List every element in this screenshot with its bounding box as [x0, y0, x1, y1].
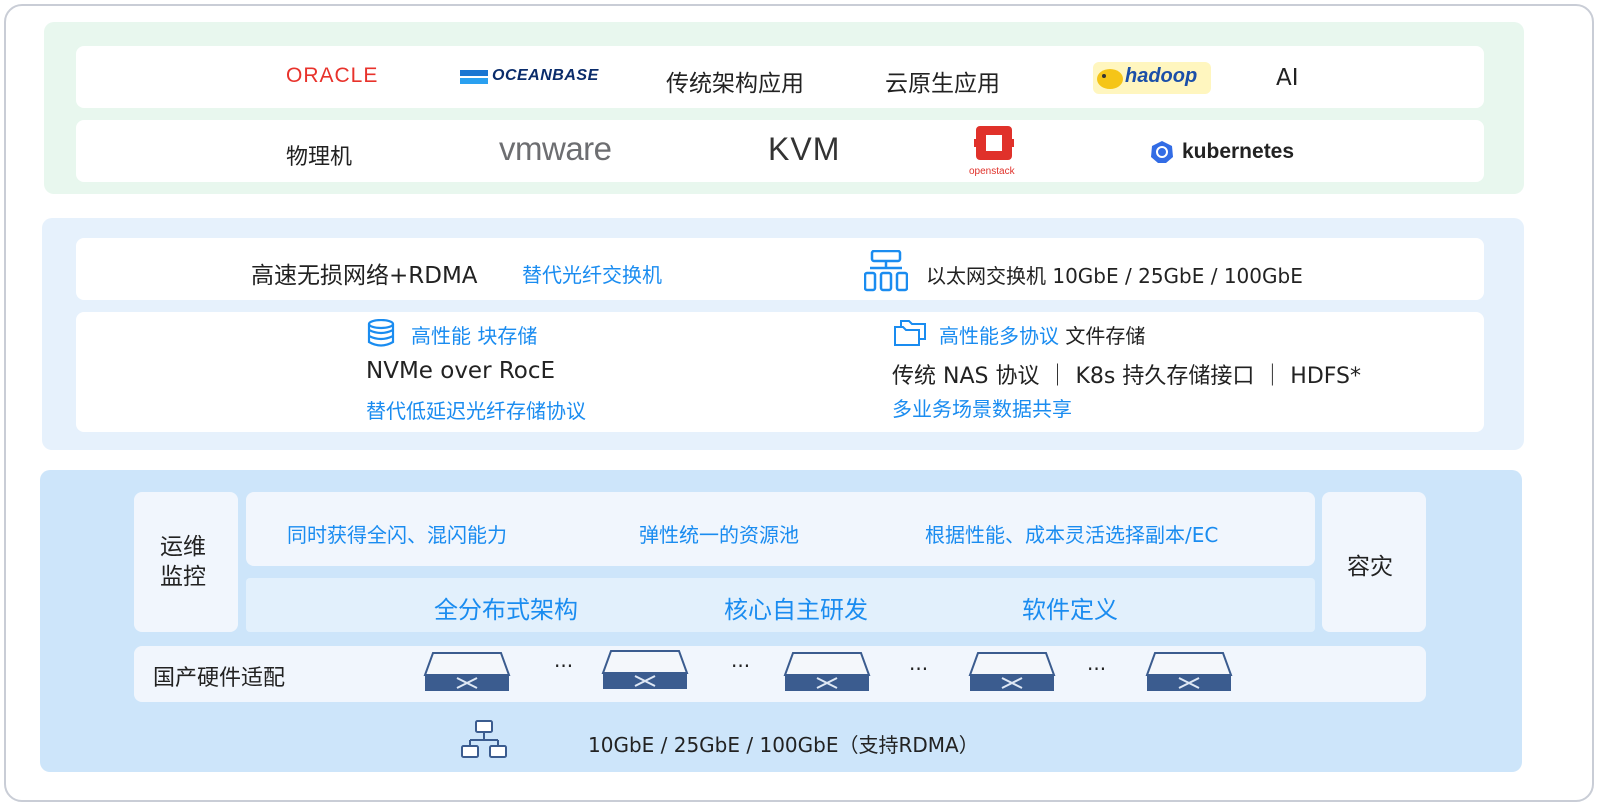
- server-icon: [968, 652, 1056, 691]
- server-icon: [1145, 652, 1233, 691]
- block-storage-heading: 高性能 块存储: [411, 324, 538, 348]
- ellipsis-1: ···: [554, 654, 574, 678]
- ops-label: 运维 监控: [160, 532, 206, 592]
- network-subtitle: 替代光纤交换机: [522, 263, 662, 287]
- file-storage-heading-blue: 高性能多协议: [939, 324, 1059, 348]
- pillar-distributed: 全分布式架构: [434, 596, 578, 624]
- oceanbase-text: OCEANBASE: [492, 67, 599, 84]
- vmware-logo: vmware: [499, 130, 612, 167]
- network-topology-icon: [461, 720, 507, 758]
- database-icon: [367, 319, 395, 347]
- disaster-recovery-label: 容灾: [1347, 554, 1393, 580]
- kubernetes-text: kubernetes: [1182, 140, 1295, 163]
- server-icon: [423, 652, 511, 691]
- network-title: 高速无损网络+RDMA: [251, 263, 478, 289]
- pillar-self-developed: 核心自主研发: [724, 596, 868, 624]
- feature-pool: 弹性统一的资源池: [639, 523, 799, 547]
- ethernet-switch-text: 以太网交换机 10GbE / 25GbE / 100GbE: [926, 264, 1303, 288]
- block-storage-sub: 替代低延迟光纤存储协议: [366, 399, 586, 423]
- oceanbase-icon: [460, 70, 488, 84]
- server-icon: [601, 650, 689, 689]
- kvm-logo: KVM: [768, 131, 841, 167]
- file-storage-protocols: 传统 NAS 协议 ｜ K8s 持久存储接口 ｜ HDFS*: [892, 364, 1362, 389]
- folders-icon: [894, 320, 926, 346]
- traditional-apps-label: 传统架构应用: [666, 71, 804, 97]
- switch-topology-icon: [864, 250, 908, 292]
- ellipsis-4: ···: [1087, 657, 1107, 681]
- feature-flash: 同时获得全闪、混闪能力: [287, 523, 507, 547]
- openstack-icon: [974, 126, 1014, 160]
- hadoop-logo: hadoop: [1093, 62, 1211, 94]
- feature-replica-ec: 根据性能、成本灵活选择副本/EC: [925, 523, 1219, 547]
- file-storage-sub: 多业务场景数据共享: [892, 397, 1072, 421]
- hadoop-elephant-icon: [1097, 69, 1123, 89]
- ai-label: AI: [1276, 65, 1299, 91]
- ellipsis-3: ···: [909, 657, 929, 681]
- core-network-text: 10GbE / 25GbE / 100GbE（支持RDMA）: [588, 733, 979, 757]
- cloud-native-apps-label: 云原生应用: [885, 71, 1000, 97]
- openstack-text: openstack: [969, 166, 1015, 177]
- kubernetes-helm-icon: [1151, 141, 1173, 163]
- ops-label-line2: 监控: [160, 564, 206, 590]
- server-icon: [783, 652, 871, 691]
- file-storage-heading: 高性能多协议 文件存储: [939, 320, 1145, 349]
- hardware-label: 国产硬件适配: [153, 666, 286, 691]
- ops-label-line1: 运维: [160, 534, 206, 560]
- block-storage-protocol: NVMe over RocE: [366, 358, 556, 384]
- physical-machine-label: 物理机: [286, 145, 353, 170]
- hadoop-text: hadoop: [1125, 65, 1198, 87]
- oracle-logo: ORACLE: [286, 64, 379, 87]
- ellipsis-2: ···: [731, 654, 751, 678]
- openstack-logo: openstack: [966, 124, 1026, 180]
- file-storage-heading-dark: 文件存储: [1065, 324, 1146, 348]
- pillar-software-defined: 软件定义: [1022, 596, 1118, 624]
